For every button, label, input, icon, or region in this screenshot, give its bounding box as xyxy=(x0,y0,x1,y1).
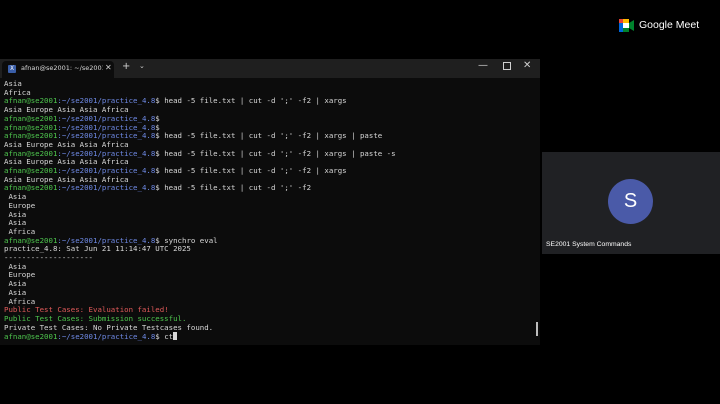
command-text: head -5 file.txt | cut -d ';' -f2 | xarg… xyxy=(159,166,347,175)
terminal-output-line: Private Test Cases: No Private Testcases… xyxy=(4,322,214,332)
tab-title: afnan@se2001: ~/se2001/prac xyxy=(21,64,103,72)
prompt-user: afnan@se2001 xyxy=(4,148,58,158)
maximize-button[interactable] xyxy=(503,62,511,70)
prompt-user: afnan@se2001 xyxy=(4,131,58,141)
prompt-user: afnan@se2001 xyxy=(4,122,58,132)
prompt-user: afnan@se2001 xyxy=(4,332,58,342)
close-window-button[interactable]: ✕ xyxy=(523,60,531,71)
command-text: head -5 file.txt | cut -d ';' -f2 xyxy=(159,183,312,193)
new-tab-button[interactable]: + xyxy=(122,61,130,72)
command-text: ct xyxy=(159,332,174,342)
command-text: synchro eval xyxy=(159,235,218,245)
command-text: head -5 file.txt | cut -d ';' -f2 | xarg… xyxy=(159,131,383,141)
prompt-path: :~/se2001/practice_4.8 xyxy=(57,113,156,123)
prompt-path: :~/se2001/practice_4.8 xyxy=(57,131,156,141)
minimize-button[interactable]: — xyxy=(478,60,488,71)
prompt-user: afnan@se2001 xyxy=(4,235,58,245)
prompt-path: :~/se2001/practice_4.8 xyxy=(57,166,156,175)
prompt-path: :~/se2001/practice_4.8 xyxy=(57,332,156,342)
prompt-path: :~/se2001/practice_4.8 xyxy=(57,183,156,193)
google-meet-logo-icon xyxy=(619,19,634,32)
terminal-tab-bar: X afnan@se2001: ~/se2001/prac ✕ + ⌄ — ✕ xyxy=(0,59,540,78)
command-text: head -5 file.txt | cut -d ';' -f2 | xarg… xyxy=(159,148,396,158)
scrollbar[interactable] xyxy=(536,322,538,336)
chevron-down-icon[interactable]: ⌄ xyxy=(139,62,145,70)
prompt-path: :~/se2001/practice_4.8 xyxy=(57,96,156,106)
prompt-path: :~/se2001/practice_4.8 xyxy=(57,235,156,245)
terminal-output[interactable]: Asia Africa afnan@se2001:~/se2001/practice… xyxy=(0,78,540,345)
prompt-symbol: $ xyxy=(155,122,160,132)
prompt-symbol: $ xyxy=(155,113,160,123)
terminal-command-line: afnan@se2001:~/se2001/practice_4.8$ head… xyxy=(4,184,311,193)
prompt-path: :~/se2001/practice_4.8 xyxy=(57,122,156,132)
terminal-icon: X xyxy=(8,65,16,73)
avatar: S xyxy=(608,179,653,224)
terminal-tab[interactable]: X afnan@se2001: ~/se2001/prac ✕ xyxy=(2,61,114,78)
prompt-user: afnan@se2001 xyxy=(4,113,58,123)
tab-close-icon[interactable]: ✕ xyxy=(105,63,112,72)
command-text: head -5 file.txt | cut -d ';' -f2 | xarg… xyxy=(159,96,347,106)
text-cursor xyxy=(173,332,178,341)
meet-brand-label: Google Meet xyxy=(639,19,700,31)
participant-name: SE2001 System Commands xyxy=(546,241,632,248)
prompt-user: afnan@se2001 xyxy=(4,183,58,193)
prompt-user: afnan@se2001 xyxy=(4,166,58,175)
prompt-path: :~/se2001/practice_4.8 xyxy=(57,148,156,158)
terminal-window: X afnan@se2001: ~/se2001/prac ✕ + ⌄ — ✕ … xyxy=(0,59,540,345)
terminal-command-line: afnan@se2001:~/se2001/practice_4.8$ ct xyxy=(4,332,178,342)
prompt-user: afnan@se2001 xyxy=(4,96,58,106)
